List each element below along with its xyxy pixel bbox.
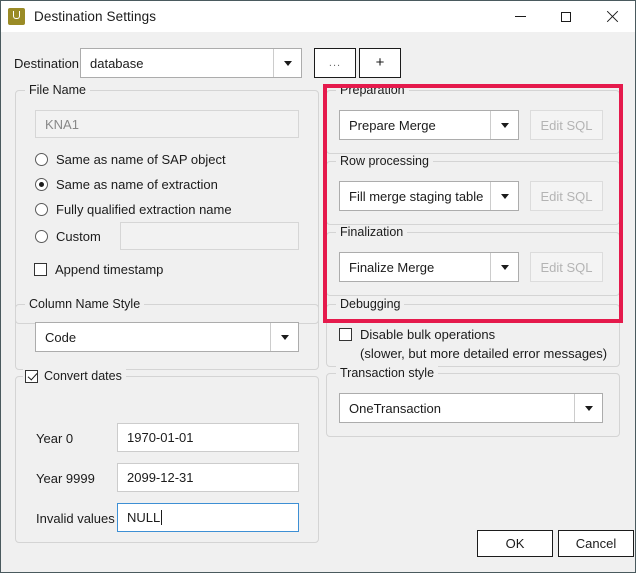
- chevron-down-icon[interactable]: [273, 49, 301, 77]
- preparation-group-title: Preparation: [336, 83, 409, 97]
- year-9999-value: 2099-12-31: [127, 470, 194, 485]
- preparation-edit-sql-button[interactable]: Edit SQL: [530, 110, 603, 140]
- column-name-style-group-title: Column Name Style: [25, 297, 145, 311]
- maximize-icon: [561, 11, 571, 22]
- checkbox-icon: [339, 328, 352, 341]
- convert-dates-group: Convert dates Year 0 1970-01-01 Year 999…: [15, 369, 319, 543]
- row-processing-group: Row processing Fill merge staging table …: [326, 154, 620, 225]
- chevron-down-icon[interactable]: [490, 111, 518, 139]
- maximize-button[interactable]: [543, 1, 589, 32]
- column-name-style-value: Code: [45, 329, 77, 345]
- add-destination-button[interactable]: +: [359, 48, 401, 78]
- finalization-group: Finalization Finalize Merge Edit SQL: [326, 225, 620, 296]
- debugging-group-title: Debugging: [336, 297, 405, 311]
- title-bar: Destination Settings: [1, 1, 635, 32]
- invalid-values-input[interactable]: NULL: [117, 503, 299, 532]
- ellipsis-icon: ...: [328, 57, 342, 69]
- year-9999-input[interactable]: 2099-12-31: [117, 463, 299, 492]
- debugging-group: Debugging Disable bulk operations (slowe…: [326, 297, 620, 367]
- radio-icon: [35, 178, 48, 191]
- year-9999-label: Year 9999: [36, 471, 95, 486]
- radio-same-as-extraction[interactable]: Same as name of extraction: [35, 177, 218, 192]
- column-name-style-combobox[interactable]: Code: [35, 322, 299, 352]
- invalid-values-label: Invalid values: [36, 511, 115, 526]
- radio-label: Same as name of extraction: [56, 177, 218, 192]
- checkbox-icon: [34, 263, 47, 276]
- row-processing-combobox[interactable]: Fill merge staging table: [339, 181, 519, 211]
- file-name-preview-value: KNA1: [45, 116, 79, 132]
- window-controls: [497, 1, 635, 32]
- row-processing-value: Fill merge staging table: [349, 188, 484, 204]
- edit-sql-label: Edit SQL: [540, 117, 593, 133]
- file-name-preview-field: KNA1: [35, 110, 299, 138]
- edit-sql-label: Edit SQL: [540, 259, 593, 275]
- transaction-style-group-title: Transaction style: [336, 366, 439, 380]
- radio-fully-qualified-name[interactable]: Fully qualified extraction name: [35, 202, 232, 217]
- custom-file-name-input[interactable]: [120, 222, 299, 250]
- row-processing-group-title: Row processing: [336, 154, 433, 168]
- radio-icon: [35, 203, 48, 216]
- destination-combobox[interactable]: database: [80, 48, 302, 78]
- radio-label: Custom: [56, 229, 101, 244]
- row-processing-edit-sql-button[interactable]: Edit SQL: [530, 181, 603, 211]
- file-name-group-title: File Name: [25, 83, 90, 97]
- chevron-down-icon[interactable]: [490, 253, 518, 281]
- year-0-input[interactable]: 1970-01-01: [117, 423, 299, 452]
- convert-dates-checkbox-icon[interactable]: [25, 369, 38, 383]
- close-icon: [606, 11, 618, 23]
- year-0-value: 1970-01-01: [127, 430, 194, 445]
- destination-settings-dialog: Destination Settings Destination databas…: [0, 0, 636, 573]
- finalization-combobox[interactable]: Finalize Merge: [339, 252, 519, 282]
- year-0-label: Year 0: [36, 431, 74, 446]
- finalization-value: Finalize Merge: [349, 259, 435, 275]
- finalization-edit-sql-button[interactable]: Edit SQL: [530, 252, 603, 282]
- ok-button[interactable]: OK: [477, 530, 553, 557]
- window-title: Destination Settings: [34, 9, 157, 24]
- append-timestamp-checkbox[interactable]: Append timestamp: [34, 262, 163, 277]
- text-caret: [161, 510, 163, 525]
- radio-label: Same as name of SAP object: [56, 152, 226, 167]
- ok-label: OK: [505, 536, 525, 551]
- invalid-values-value: NULL: [127, 510, 161, 525]
- radio-label: Fully qualified extraction name: [56, 202, 232, 217]
- edit-sql-label: Edit SQL: [540, 188, 593, 204]
- radio-icon: [35, 153, 48, 166]
- radio-icon: [35, 230, 48, 243]
- radio-custom[interactable]: Custom: [35, 229, 101, 244]
- preparation-value: Prepare Merge: [349, 117, 436, 133]
- preparation-group: Preparation Prepare Merge Edit SQL: [326, 83, 620, 154]
- plus-icon: +: [375, 54, 385, 71]
- file-name-group: File Name KNA1 Same as name of SAP objec…: [15, 83, 319, 324]
- minimize-icon: [514, 16, 526, 17]
- transaction-style-combobox[interactable]: OneTransaction: [339, 393, 603, 423]
- close-button[interactable]: [589, 1, 635, 32]
- dialog-client-area: Destination database ... + File Name KNA…: [1, 32, 635, 572]
- append-timestamp-label: Append timestamp: [55, 262, 164, 277]
- chevron-down-icon[interactable]: [270, 323, 298, 351]
- browse-destination-button[interactable]: ...: [314, 48, 356, 78]
- debugging-hint: (slower, but more detailed error message…: [360, 346, 608, 361]
- destination-label: Destination: [14, 56, 80, 71]
- destination-value: database: [90, 55, 144, 71]
- convert-dates-group-title[interactable]: Convert dates: [23, 369, 126, 383]
- column-name-style-group: Column Name Style Code: [15, 297, 319, 370]
- preparation-combobox[interactable]: Prepare Merge: [339, 110, 519, 140]
- finalization-group-title: Finalization: [336, 225, 408, 239]
- chevron-down-icon[interactable]: [490, 182, 518, 210]
- transaction-style-value: OneTransaction: [349, 400, 442, 416]
- disable-bulk-operations-label: Disable bulk operations: [360, 327, 496, 342]
- cancel-button[interactable]: Cancel: [558, 530, 634, 557]
- transaction-style-group: Transaction style OneTransaction: [326, 366, 620, 437]
- minimize-button[interactable]: [497, 1, 543, 32]
- convert-dates-label: Convert dates: [44, 369, 122, 383]
- radio-same-as-sap-object[interactable]: Same as name of SAP object: [35, 152, 226, 167]
- app-u-icon: [8, 8, 25, 25]
- disable-bulk-operations-checkbox[interactable]: Disable bulk operations: [339, 327, 495, 342]
- cancel-label: Cancel: [575, 536, 617, 551]
- chevron-down-icon[interactable]: [574, 394, 602, 422]
